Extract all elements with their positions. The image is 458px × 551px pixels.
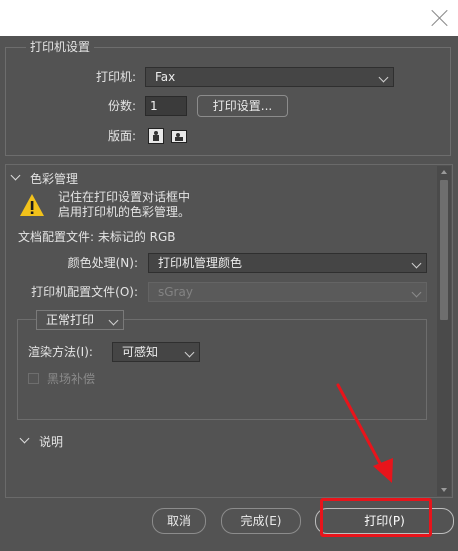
warning-icon — [20, 194, 44, 216]
scroll-up-icon[interactable] — [441, 170, 447, 174]
rendering-intent-value: 可感知 — [122, 345, 159, 359]
printer-select[interactable]: Fax — [145, 67, 394, 87]
chevron-down-icon — [411, 258, 422, 269]
printer-label: 打印机: — [95, 70, 136, 84]
annotation-highlight-box — [320, 498, 432, 537]
rendering-intent-label: 渲染方法(I): — [28, 345, 93, 359]
color-management-title[interactable]: 色彩管理 — [30, 171, 78, 187]
copies-label: 份数: — [107, 99, 136, 113]
rendering-intent-select[interactable]: 可感知 — [112, 342, 200, 362]
printer-profile-value: sGray — [158, 285, 193, 299]
chevron-down-icon — [411, 287, 422, 298]
black-point-checkbox — [28, 373, 39, 384]
done-button[interactable]: 完成(E) — [221, 508, 301, 534]
document-profile: 文档配置文件: 未标记的 RGB — [18, 230, 176, 244]
print-settings-button[interactable]: 打印设置... — [197, 95, 288, 117]
printer-profile-label: 打印机配置文件(O): — [31, 285, 138, 299]
description-title[interactable]: 说明 — [39, 434, 63, 450]
scroll-down-icon[interactable] — [441, 488, 447, 492]
cancel-button[interactable]: 取消 — [152, 508, 206, 534]
color-handling-value: 打印机管理颜色 — [158, 256, 243, 270]
printer-settings-legend: 打印机设置 — [26, 39, 95, 55]
warning-text-line1: 记住在打印设置对话框中 — [58, 190, 191, 204]
printer-profile-select: sGray — [148, 282, 427, 302]
portrait-orientation-icon[interactable] — [148, 128, 164, 144]
layout-label: 版面: — [107, 129, 136, 143]
chevron-down-icon — [378, 72, 389, 83]
close-icon[interactable] — [430, 8, 450, 28]
vertical-scrollbar[interactable] — [437, 166, 451, 496]
title-bar — [0, 0, 458, 36]
landscape-orientation-icon[interactable] — [171, 130, 187, 143]
printer-select-value: Fax — [155, 70, 176, 84]
color-handling-label: 颜色处理(N): — [67, 256, 138, 270]
copies-input[interactable]: 1 — [145, 96, 187, 116]
color-handling-select[interactable]: 打印机管理颜色 — [148, 253, 427, 273]
black-point-label: 黑场补偿 — [47, 372, 96, 386]
print-mode-select[interactable]: 正常打印 — [36, 310, 124, 330]
annotation-arrow-icon — [336, 383, 393, 483]
scrollbar-thumb[interactable] — [440, 180, 448, 320]
print-mode-value: 正常打印 — [46, 313, 95, 327]
chevron-down-icon — [108, 315, 119, 326]
chevron-down-icon — [184, 347, 195, 358]
warning-text-line2: 启用打印机的色彩管理。 — [58, 205, 191, 219]
